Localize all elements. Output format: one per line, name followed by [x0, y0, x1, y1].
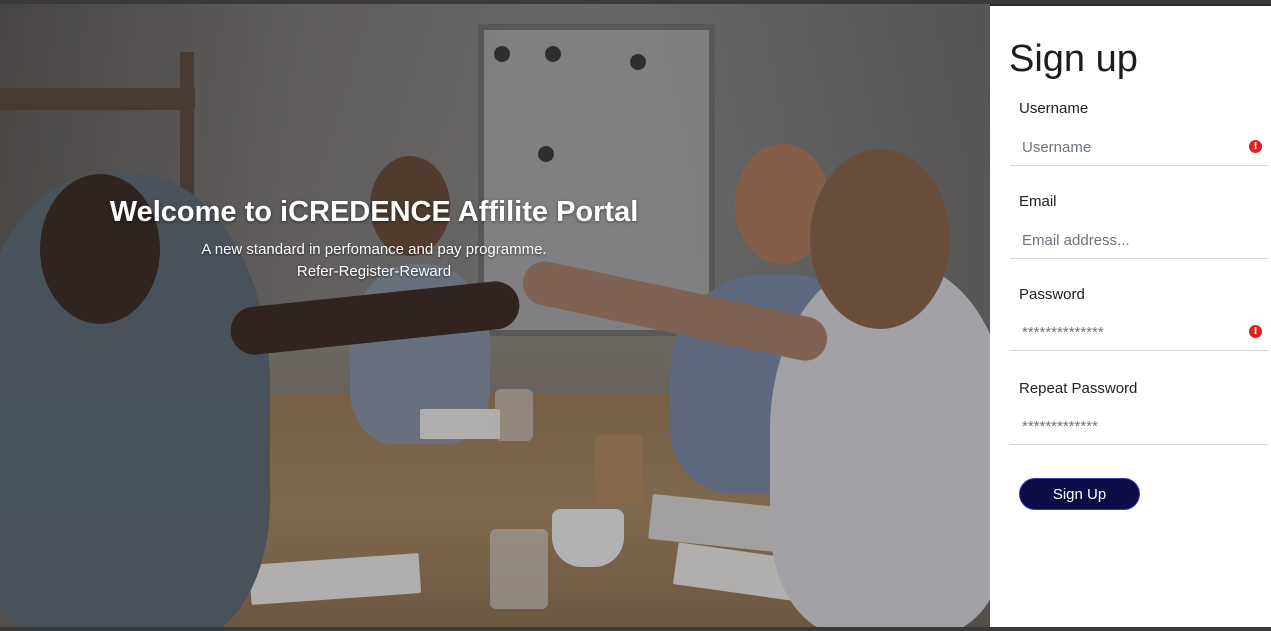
warning-icon: !: [1249, 325, 1262, 338]
signup-heading: Sign up: [1009, 38, 1138, 80]
signup-panel: Sign up Username ! Email Password ! Repe…: [990, 6, 1271, 627]
username-field: !: [1010, 129, 1268, 166]
email-label: Email: [1019, 193, 1057, 210]
bottom-border: [0, 627, 1271, 631]
hero-tagline: Refer-Register-Reward: [296, 263, 452, 280]
hero-subtitle: A new standard in perfomance and pay pro…: [201, 241, 547, 258]
warning-icon: !: [1249, 140, 1262, 153]
username-label: Username: [1019, 100, 1089, 117]
username-input[interactable]: [1020, 135, 1249, 159]
repeat-password-input[interactable]: [1020, 414, 1249, 438]
hero-overlay: [0, 4, 990, 627]
hero-banner: Welcome to iCREDENCE Affilite Portal A n…: [0, 4, 990, 627]
email-input[interactable]: [1020, 228, 1249, 252]
repeat-password-field: [1010, 408, 1268, 445]
password-label: Password: [1019, 286, 1085, 303]
hero-title: Welcome to iCREDENCE Affilite Portal: [109, 196, 639, 228]
password-input[interactable]: [1020, 320, 1249, 344]
sign-up-button[interactable]: Sign Up: [1019, 478, 1140, 510]
password-field: !: [1010, 314, 1268, 351]
email-field: [1010, 222, 1268, 259]
repeat-password-label: Repeat Password: [1019, 380, 1138, 397]
